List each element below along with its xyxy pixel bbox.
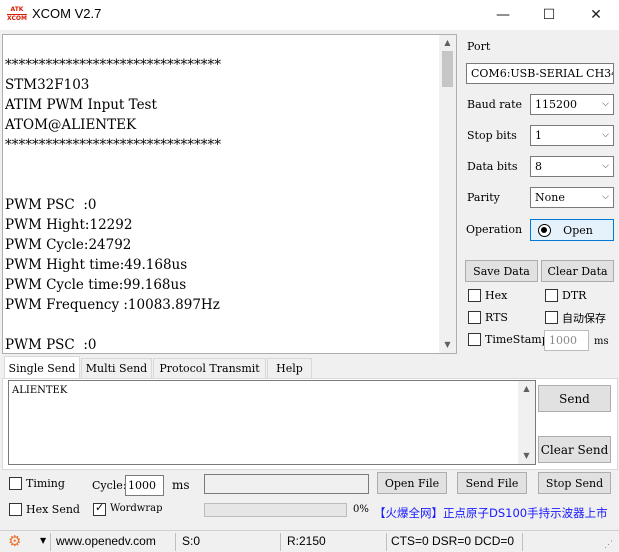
send-progress-bar [204, 503, 347, 517]
timestamp-label: TimeStamp [485, 333, 549, 346]
tab-single-send[interactable]: Single Send [4, 356, 80, 379]
port-status-icon [538, 224, 551, 237]
progress-text: 0% [353, 504, 369, 515]
send-file-button[interactable]: Send File [457, 472, 527, 494]
close-button[interactable]: ✕ [573, 0, 619, 30]
scroll-down-icon[interactable]: ▼ [518, 448, 535, 464]
receive-line: ATOM@ALIENTEK [5, 117, 137, 133]
maximize-icon: ☐ [542, 7, 556, 23]
app-logo-icon: ATK XCOM [7, 6, 27, 22]
send-button[interactable]: Send [538, 385, 611, 412]
open-port-button[interactable]: Open [530, 219, 614, 241]
close-icon: ✕ [590, 7, 602, 23]
receive-line [5, 155, 441, 175]
send-text: ALIENTEK [12, 385, 68, 396]
dtr-label: DTR [562, 289, 587, 302]
port-label: Port [467, 40, 491, 53]
sent-count: S:0 [182, 534, 201, 548]
chevron-down-icon[interactable]: ▼ [40, 536, 46, 545]
receive-line: PWM Hight:12292 [5, 217, 133, 233]
scroll-down-icon[interactable]: ▼ [439, 337, 456, 353]
chevron-down-icon: ⌵ [602, 99, 609, 109]
window-title: XCOM V2.7 [32, 6, 102, 21]
scroll-up-icon[interactable]: ▲ [439, 35, 456, 51]
hex-display-checkbox[interactable] [468, 289, 481, 302]
rts-checkbox[interactable] [468, 311, 481, 324]
receive-line: ATIM PWM Input Test [5, 97, 157, 113]
timing-label: Timing [26, 477, 65, 490]
timestamp-checkbox[interactable] [468, 333, 481, 346]
clear-data-button[interactable]: Clear Data [541, 260, 614, 282]
file-path-input[interactable] [204, 474, 369, 494]
receive-area[interactable]: ******************************** STM32F10… [2, 34, 457, 354]
autosave-label: 自动保存 [562, 312, 606, 325]
receive-line: PWM Hight time:49.168us [5, 257, 188, 273]
receive-line [5, 315, 441, 335]
data-bits-label: Data bits [467, 160, 518, 173]
parity-select[interactable]: None ⌵ [530, 187, 614, 208]
receive-line: ******************************** [5, 137, 221, 153]
stop-bits-label: Stop bits [467, 129, 517, 142]
baud-rate-select[interactable]: 115200 ⌵ [530, 94, 614, 115]
send-input[interactable]: ALIENTEK ▲ ▼ [8, 380, 536, 465]
scroll-up-icon[interactable]: ▲ [518, 381, 535, 397]
receive-line [5, 175, 441, 195]
chevron-down-icon: ⌵ [602, 161, 609, 171]
save-data-button[interactable]: Save Data [465, 260, 538, 282]
title-bar: ATK XCOM XCOM V2.7 — ☐ ✕ [0, 0, 619, 30]
settings-gear-icon[interactable]: ⚙ [8, 532, 21, 550]
chevron-down-icon: ⌵ [602, 192, 609, 202]
send-scrollbar[interactable]: ▲ ▼ [518, 381, 535, 464]
receive-line: PWM PSC :0 [5, 337, 97, 353]
receive-line: STM32F103 [5, 77, 90, 93]
cycle-label: Cycle: [92, 479, 127, 492]
modem-lines-status: CTS=0 DSR=0 DCD=0 [391, 534, 515, 548]
receive-text: ******************************** STM32F10… [5, 55, 441, 353]
rts-label: RTS [485, 311, 508, 324]
minimize-button[interactable]: — [480, 0, 526, 30]
hex-display-label: Hex [485, 289, 508, 302]
tab-protocol-transmit[interactable]: Protocol Transmit [153, 358, 266, 378]
resize-grip-icon[interactable]: ⋰ [604, 539, 613, 550]
data-bits-select[interactable]: 8 ⌵ [530, 156, 614, 177]
wordwrap-checkbox[interactable] [93, 501, 106, 516]
operation-label: Operation [466, 223, 523, 236]
clear-send-button[interactable]: Clear Send [538, 436, 611, 463]
receive-line: PWM PSC :0 [5, 197, 97, 213]
timing-checkbox[interactable] [9, 477, 22, 490]
stop-send-button[interactable]: Stop Send [538, 472, 611, 494]
hex-send-label: Hex Send [26, 503, 80, 516]
cycle-input[interactable]: 1000 [125, 475, 164, 496]
tab-help[interactable]: Help [267, 358, 312, 378]
scroll-thumb[interactable] [442, 51, 453, 87]
hex-send-checkbox[interactable] [9, 503, 22, 516]
baud-rate-label: Baud rate [467, 98, 523, 111]
port-select[interactable]: COM6:USB-SERIAL CH340 [466, 63, 614, 84]
parity-label: Parity [467, 191, 500, 204]
cycle-unit: ms [172, 478, 190, 492]
maximize-button[interactable]: ☐ [526, 0, 572, 30]
receive-line: PWM Cycle time:99.168us [5, 277, 187, 293]
status-bar: ⚙ ▼ www.openedv.com S:0 R:2150 CTS=0 DSR… [0, 530, 619, 552]
open-file-button[interactable]: Open File [377, 472, 447, 494]
autosave-checkbox[interactable] [545, 311, 558, 324]
wordwrap-label: Wordwrap [110, 503, 163, 514]
received-count: R:2150 [287, 534, 326, 548]
receive-line: ******************************** [5, 57, 221, 73]
tab-multi-send[interactable]: Multi Send [81, 358, 152, 378]
receive-line: PWM Frequency :10083.897Hz [5, 297, 220, 313]
timestamp-unit: ms [594, 336, 609, 347]
dtr-checkbox[interactable] [545, 289, 558, 302]
stop-bits-select[interactable]: 1 ⌵ [530, 125, 614, 146]
receive-scrollbar[interactable]: ▲ ▼ [439, 35, 456, 353]
ad-link[interactable]: 【火爆全网】正点原子DS100手持示波器上市 [374, 505, 616, 521]
website-link[interactable]: www.openedv.com [56, 534, 156, 548]
timestamp-input[interactable]: 1000 [544, 330, 589, 351]
receive-line: PWM Cycle:24792 [5, 237, 132, 253]
minimize-icon: — [496, 7, 510, 23]
chevron-down-icon: ⌵ [602, 130, 609, 140]
